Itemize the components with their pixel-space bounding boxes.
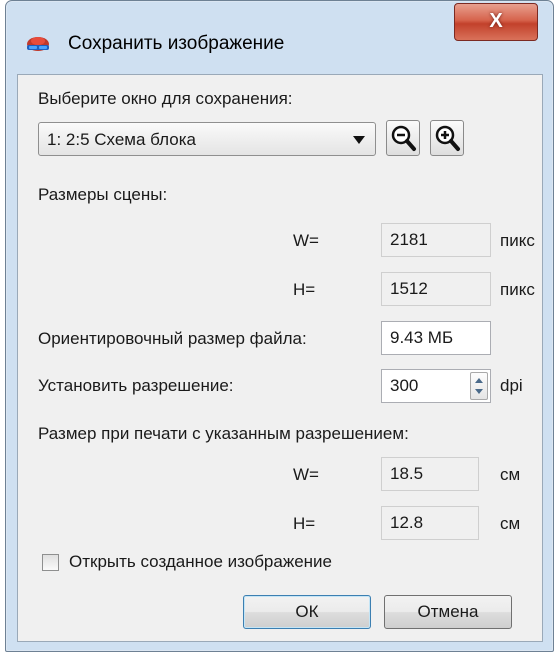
save-image-dialog: Сохранить изображение X Выберите окно дл… [5,0,554,652]
print-height-field: 12.8 [381,506,479,540]
zoom-out-button[interactable] [386,120,420,156]
scene-height-field: 1512 [381,272,491,306]
zoom-out-icon [391,125,416,151]
scene-width-label: W= [293,231,319,250]
file-size-field: 9.43 МБ [381,321,491,355]
print-width-field: 18.5 [381,457,479,491]
window-select-dropdown[interactable]: 1: 2:5 Схема блока [38,122,376,156]
open-image-checkbox-label[interactable]: Открыть созданное изображение [69,552,332,572]
ok-button[interactable]: ОК [243,595,371,629]
zoom-in-button[interactable] [430,120,464,156]
dialog-title: Сохранить изображение [68,33,285,54]
print-height-unit: см [500,514,521,533]
window-select-value: 1: 2:5 Схема блока [47,130,196,149]
resolution-spinbox[interactable]: 300 [381,369,491,403]
print-width-label: W= [293,465,319,484]
spin-arrows-icon[interactable] [470,372,488,400]
title-bar[interactable]: Сохранить изображение X [6,1,553,75]
chevron-down-icon [353,136,365,144]
print-height-label: H= [293,514,316,533]
scene-height-label: H= [293,280,316,299]
resolution-unit: dpi [500,376,523,395]
file-size-label: Ориентировочный размер файла: [38,329,307,348]
scene-height-unit: пикс [500,280,535,299]
scene-size-label: Размеры сцены: [38,185,168,204]
close-button[interactable]: X [454,3,538,41]
print-width-unit: см [500,465,521,484]
print-size-label: Размер при печати с указанным разрешение… [38,424,409,443]
resolution-label: Установить разрешение: [38,376,234,395]
dialog-content: Выберите окно для сохранения: 1: 2:5 Схе… [17,74,543,642]
app-logo-icon [27,37,49,51]
zoom-in-icon [435,125,460,151]
select-window-label: Выберите окно для сохранения: [38,89,293,108]
scene-width-field: 2181 [381,223,491,257]
open-image-checkbox[interactable] [42,554,59,571]
resolution-value: 300 [390,376,419,395]
scene-width-unit: пикс [500,231,535,250]
cancel-button[interactable]: Отмена [384,595,512,629]
